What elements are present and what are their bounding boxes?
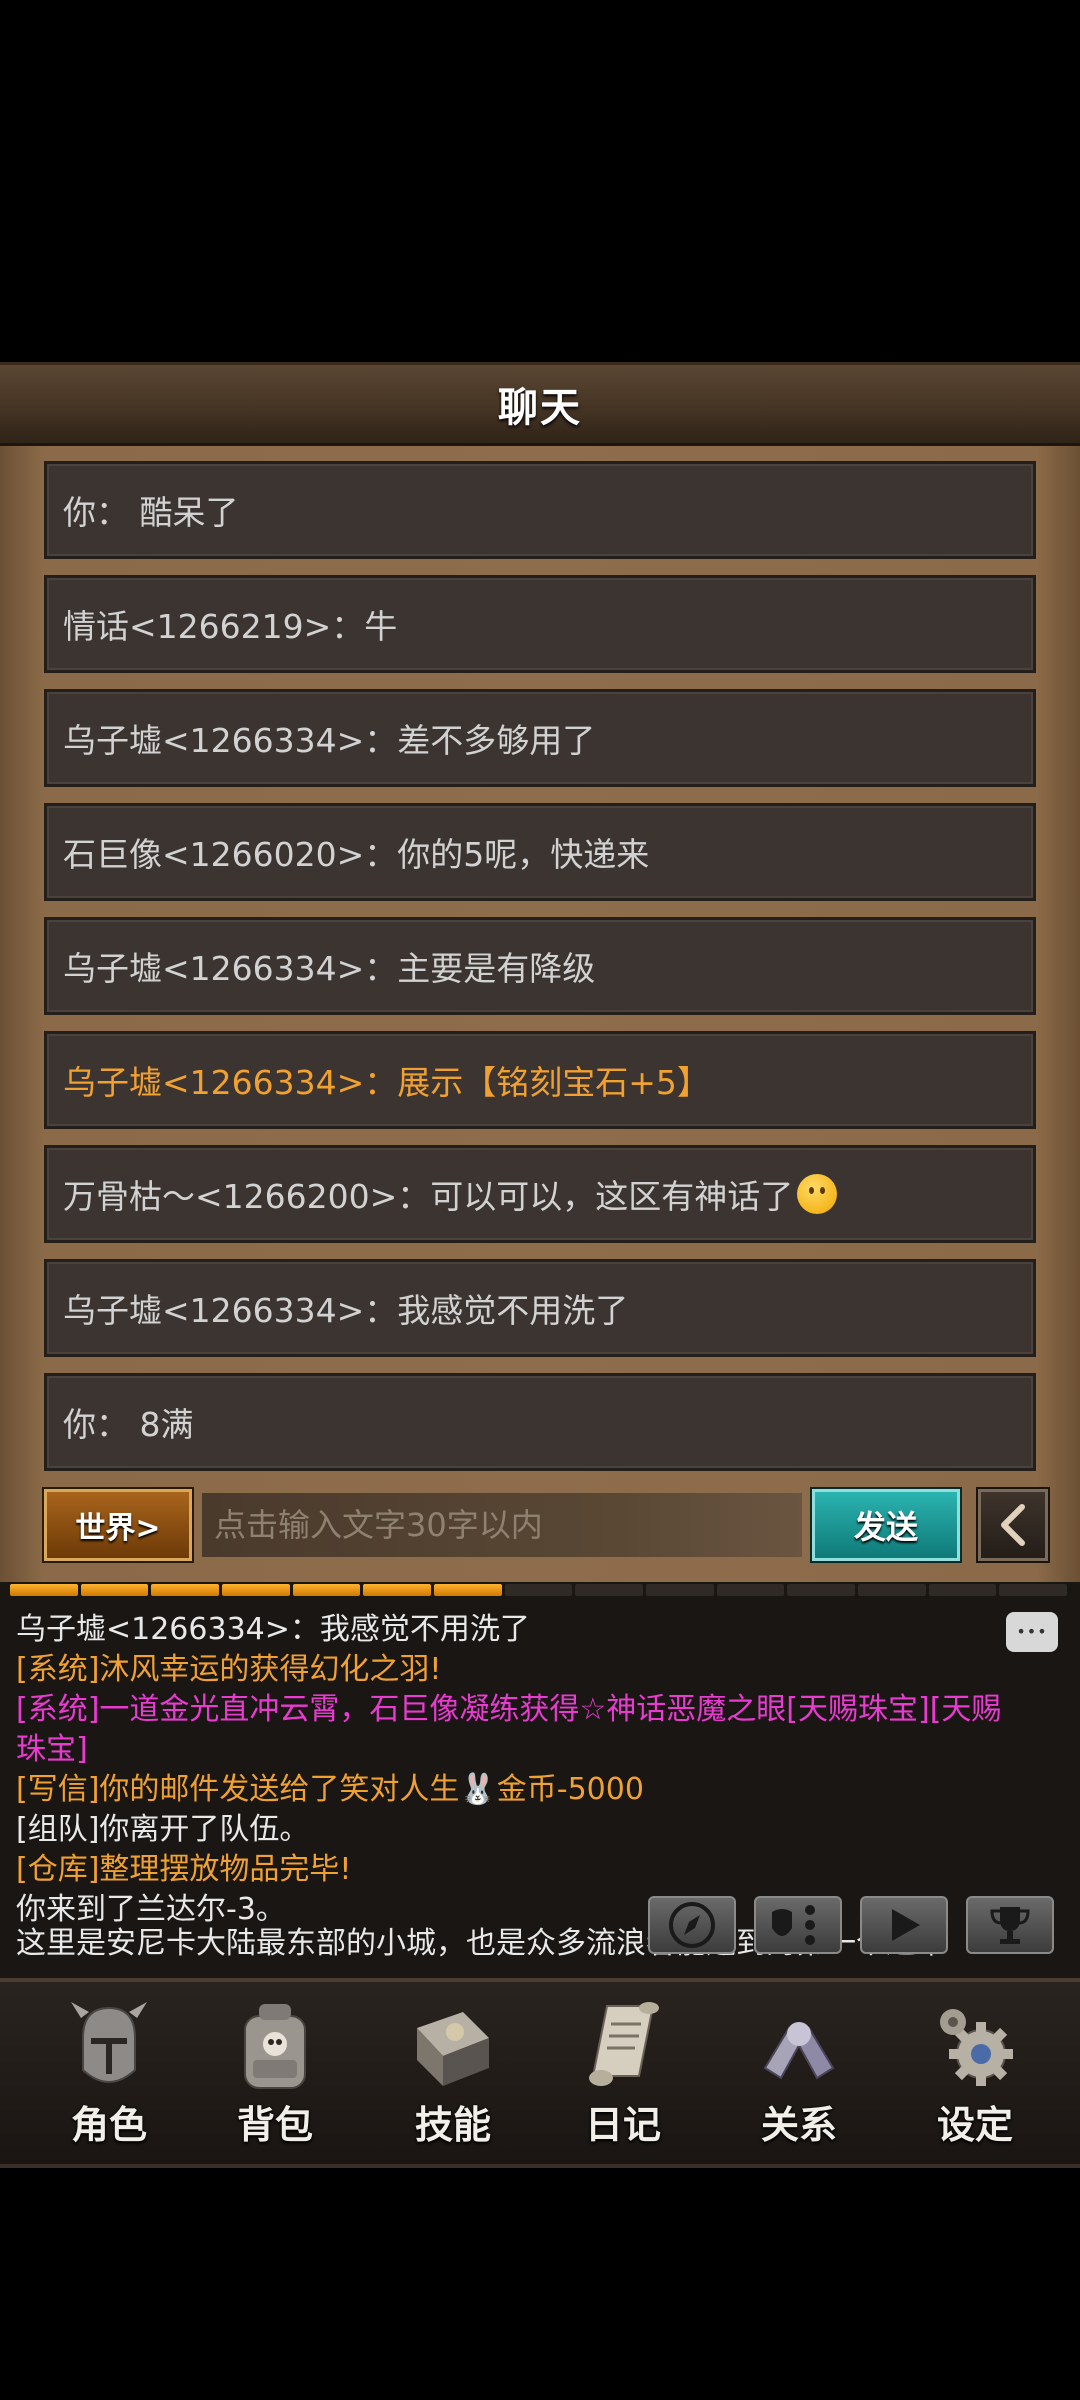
message-text: 石巨像<1266020>：你的5呢，快递来: [63, 835, 650, 874]
progress-segment: [80, 1584, 149, 1596]
scroll-icon: [589, 2002, 659, 2086]
compass-button[interactable]: [648, 1896, 736, 1954]
message-text: 你： 酷呆了: [63, 493, 239, 532]
nav-item-character[interactable]: 角色: [34, 1982, 184, 2164]
nav-label: 角色: [70, 2103, 147, 2147]
log-line: [仓库]整理摆放物品完毕!: [16, 1852, 352, 1887]
chat-message[interactable]: 石巨像<1266020>：你的5呢，快递来: [44, 803, 1036, 901]
backpack-icon: [244, 2004, 306, 2089]
nav-item-settings[interactable]: 设定: [900, 1982, 1050, 2164]
channel-select-button[interactable]: 世界>: [42, 1487, 194, 1563]
chevron-left-icon: [1001, 1504, 1025, 1546]
progress-segment: [575, 1584, 644, 1596]
play-button[interactable]: [860, 1896, 948, 1954]
log-line: 乌子墟<1266334>：我感觉不用洗了: [16, 1612, 530, 1647]
message-text: 乌子墟<1266334>：差不多够用了: [63, 721, 596, 760]
progress-segment: [858, 1584, 926, 1596]
progress-segment: [292, 1584, 361, 1596]
nav-label: 技能: [414, 2103, 491, 2147]
progress-segment: [10, 1584, 78, 1596]
chat-message[interactable]: 万骨枯～<1266200>：可以可以，这区有神话了: [44, 1145, 1036, 1243]
page-title: 聊天: [498, 385, 582, 431]
gear-icon: [940, 2009, 1013, 2086]
nav-item-relations[interactable]: 关系: [724, 1982, 874, 2164]
progress-segment: [928, 1584, 997, 1596]
chat-message[interactable]: 乌子墟<1266334>：主要是有降级: [44, 917, 1036, 1015]
message-text: 乌子墟<1266334>：主要是有降级: [63, 949, 596, 988]
bottom-nav: 角色 背包 技能 日记 关系 设定: [0, 1978, 1080, 2168]
play-icon: [892, 1909, 920, 1941]
settings-toggle-icon: [772, 1905, 815, 1945]
trophy-button[interactable]: [966, 1896, 1054, 1954]
chat-title-bar: 聊天: [0, 365, 1080, 446]
progress-segment: [646, 1584, 714, 1596]
progress-strip: [0, 1582, 1080, 1598]
progress-segment: [151, 1584, 220, 1596]
nav-label: 设定: [936, 2103, 1013, 2147]
chat-input[interactable]: [202, 1493, 802, 1557]
chat-panel: 聊天 你： 酷呆了 情话<1266219>：牛 乌子墟<1266334>：差不多…: [0, 362, 1080, 1585]
progress-segment: [222, 1584, 290, 1596]
thinking-face-icon: [797, 1174, 838, 1214]
progress-segment: [787, 1584, 856, 1596]
message-text: 你： 8满: [63, 1405, 194, 1444]
back-button[interactable]: [976, 1487, 1050, 1563]
compass-icon: [669, 1902, 715, 1948]
log-line: [组队]你离开了队伍。: [16, 1812, 310, 1847]
progress-segment: [999, 1584, 1068, 1596]
settings-toggle-button[interactable]: [754, 1896, 842, 1954]
chat-message-item-showcase[interactable]: 乌子墟<1266334>：展示【铭刻宝石+5】: [44, 1031, 1036, 1129]
nav-label: 关系: [760, 2103, 837, 2147]
trophy-icon: [990, 1907, 1030, 1944]
chat-message[interactable]: 情话<1266219>：牛: [44, 575, 1036, 673]
message-text: 情话<1266219>：牛: [63, 607, 398, 646]
experience-bar: [10, 1584, 1070, 1596]
log-line: [系统]沐风幸运的获得幻化之羽!: [16, 1652, 442, 1687]
message-text: 乌子墟<1266334>：展示【铭刻宝石+5】: [63, 1063, 710, 1102]
nav-item-skills[interactable]: 技能: [378, 1982, 528, 2164]
message-text: 万骨枯～<1266200>：可以可以，这区有神话了: [63, 1177, 794, 1216]
chat-input-row: 世界> 发送: [42, 1487, 1050, 1563]
nav-label: 日记: [584, 2103, 661, 2147]
chat-message[interactable]: 乌子墟<1266334>：差不多够用了: [44, 689, 1036, 787]
message-text: 乌子墟<1266334>：我感觉不用洗了: [63, 1291, 629, 1330]
chat-bubble-icon[interactable]: [1006, 1612, 1058, 1652]
message-list[interactable]: 你： 酷呆了 情话<1266219>：牛 乌子墟<1266334>：差不多够用了…: [44, 461, 1036, 1487]
chat-message[interactable]: 你： 酷呆了: [44, 461, 1036, 559]
spellbook-icon: [417, 2012, 489, 2086]
helmet-icon: [71, 2002, 147, 2083]
nav-item-backpack[interactable]: 背包: [200, 1982, 350, 2164]
progress-segment: [434, 1584, 502, 1596]
progress-segment: [363, 1584, 432, 1596]
handshake-icon: [763, 2022, 835, 2080]
log-line: [系统]一道金光直冲云霄，石巨像凝练获得☆神话恶魔之眼[天赐珠宝][天赐珠宝]: [16, 1692, 1002, 1767]
log-line: [写信]你的邮件发送给了笑对人生🐰金币-5000: [16, 1772, 644, 1807]
nav-label: 背包: [236, 2103, 313, 2147]
progress-segment: [716, 1584, 785, 1596]
nav-item-diary[interactable]: 日记: [548, 1982, 698, 2164]
progress-segment: [504, 1584, 573, 1596]
send-button[interactable]: 发送: [810, 1487, 962, 1563]
chat-message[interactable]: 你： 8满: [44, 1373, 1036, 1471]
chat-message[interactable]: 乌子墟<1266334>：我感觉不用洗了: [44, 1259, 1036, 1357]
system-log[interactable]: 乌子墟<1266334>：我感觉不用洗了 [系统]沐风幸运的获得幻化之羽! [系…: [0, 1598, 1080, 1978]
